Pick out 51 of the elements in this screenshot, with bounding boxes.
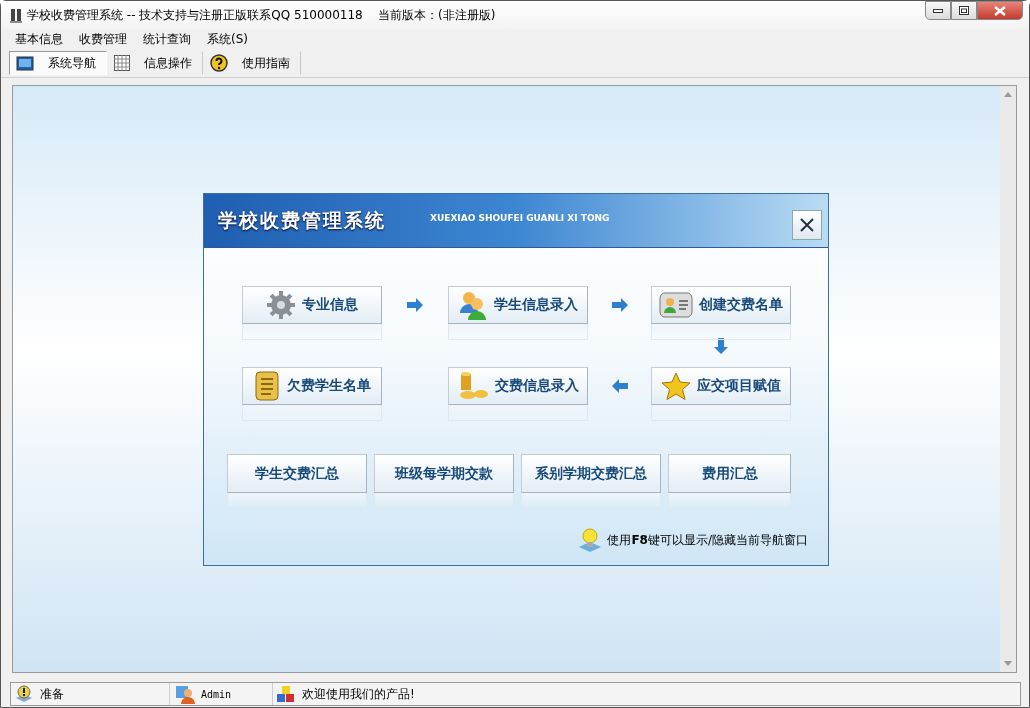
right-arrow-icon: [407, 297, 423, 313]
monitor-icon: [16, 55, 34, 71]
help-icon: [210, 54, 228, 72]
dialog-subtitle: XUEXIAO SHOUFEI GUANLI XI TONG: [430, 212, 610, 223]
close-icon: [994, 5, 1006, 16]
hint-text: 使用F8键可以显示/隐藏当前导航窗口: [607, 531, 808, 549]
warning-pin-icon: [14, 685, 34, 703]
nav-button[interactable]: 专业信息: [242, 286, 382, 324]
right-arrow-icon: [611, 297, 628, 313]
scroll-down-icon: [1004, 661, 1012, 666]
close-button[interactable]: [792, 209, 822, 240]
user-icon: [175, 684, 195, 704]
nav-button[interactable]: 应交项目赋值: [651, 367, 791, 405]
toolbar-tab[interactable]: 信息操作: [107, 51, 203, 75]
status-text: 欢迎使用我们的产品!: [302, 685, 415, 703]
close-icon: [799, 216, 815, 233]
nav-button[interactable]: 交费信息录入: [448, 367, 588, 405]
document-scroll-icon: [253, 370, 281, 402]
window-title: 学校收费管理系统 -- 技术支持与注册正版联系QQ 510000118 当前版本：(非注册版): [27, 6, 496, 24]
left-arrow-icon: [611, 378, 628, 394]
down-arrow-icon: [713, 337, 729, 354]
minimize-icon: [933, 8, 943, 13]
cubes-icon: [276, 684, 296, 704]
scroll-up-icon: [1004, 92, 1012, 97]
contact-card-icon: [659, 291, 693, 319]
minimize-button[interactable]: [925, 1, 951, 20]
nav-button[interactable]: 创建交费名单: [651, 286, 791, 324]
report-button[interactable]: 系别学期交费汇总: [521, 454, 661, 493]
maximize-button[interactable]: [951, 1, 977, 20]
toolbar-tab[interactable]: 系统导航: [9, 51, 107, 75]
gear-icon: [266, 290, 296, 320]
menu-item[interactable]: 收费管理: [71, 30, 135, 48]
app-icon: [9, 7, 23, 23]
menu-item[interactable]: 统计查询: [135, 30, 199, 48]
status-text: 准备: [40, 685, 64, 703]
report-button[interactable]: 班级每学期交款: [374, 454, 514, 493]
menu-item[interactable]: 系统(S): [199, 30, 256, 48]
maximize-icon: [959, 6, 969, 15]
nav-button[interactable]: 欠费学生名单: [242, 367, 382, 405]
toolbar-tab[interactable]: 使用指南: [203, 51, 301, 75]
dialog-title: 学校收费管理系统: [218, 207, 386, 233]
star-icon: [661, 371, 691, 401]
report-button[interactable]: 学生交费汇总: [227, 454, 367, 493]
status-text: Admin: [201, 688, 232, 700]
menu-item[interactable]: 基本信息: [7, 30, 71, 48]
people-icon: [458, 289, 488, 321]
coins-icon: [457, 371, 489, 401]
grid-icon: [114, 55, 130, 71]
vertical-scrollbar[interactable]: [1000, 86, 1016, 672]
nav-button[interactable]: 学生信息录入: [448, 286, 588, 324]
report-button[interactable]: 费用汇总: [668, 454, 791, 493]
